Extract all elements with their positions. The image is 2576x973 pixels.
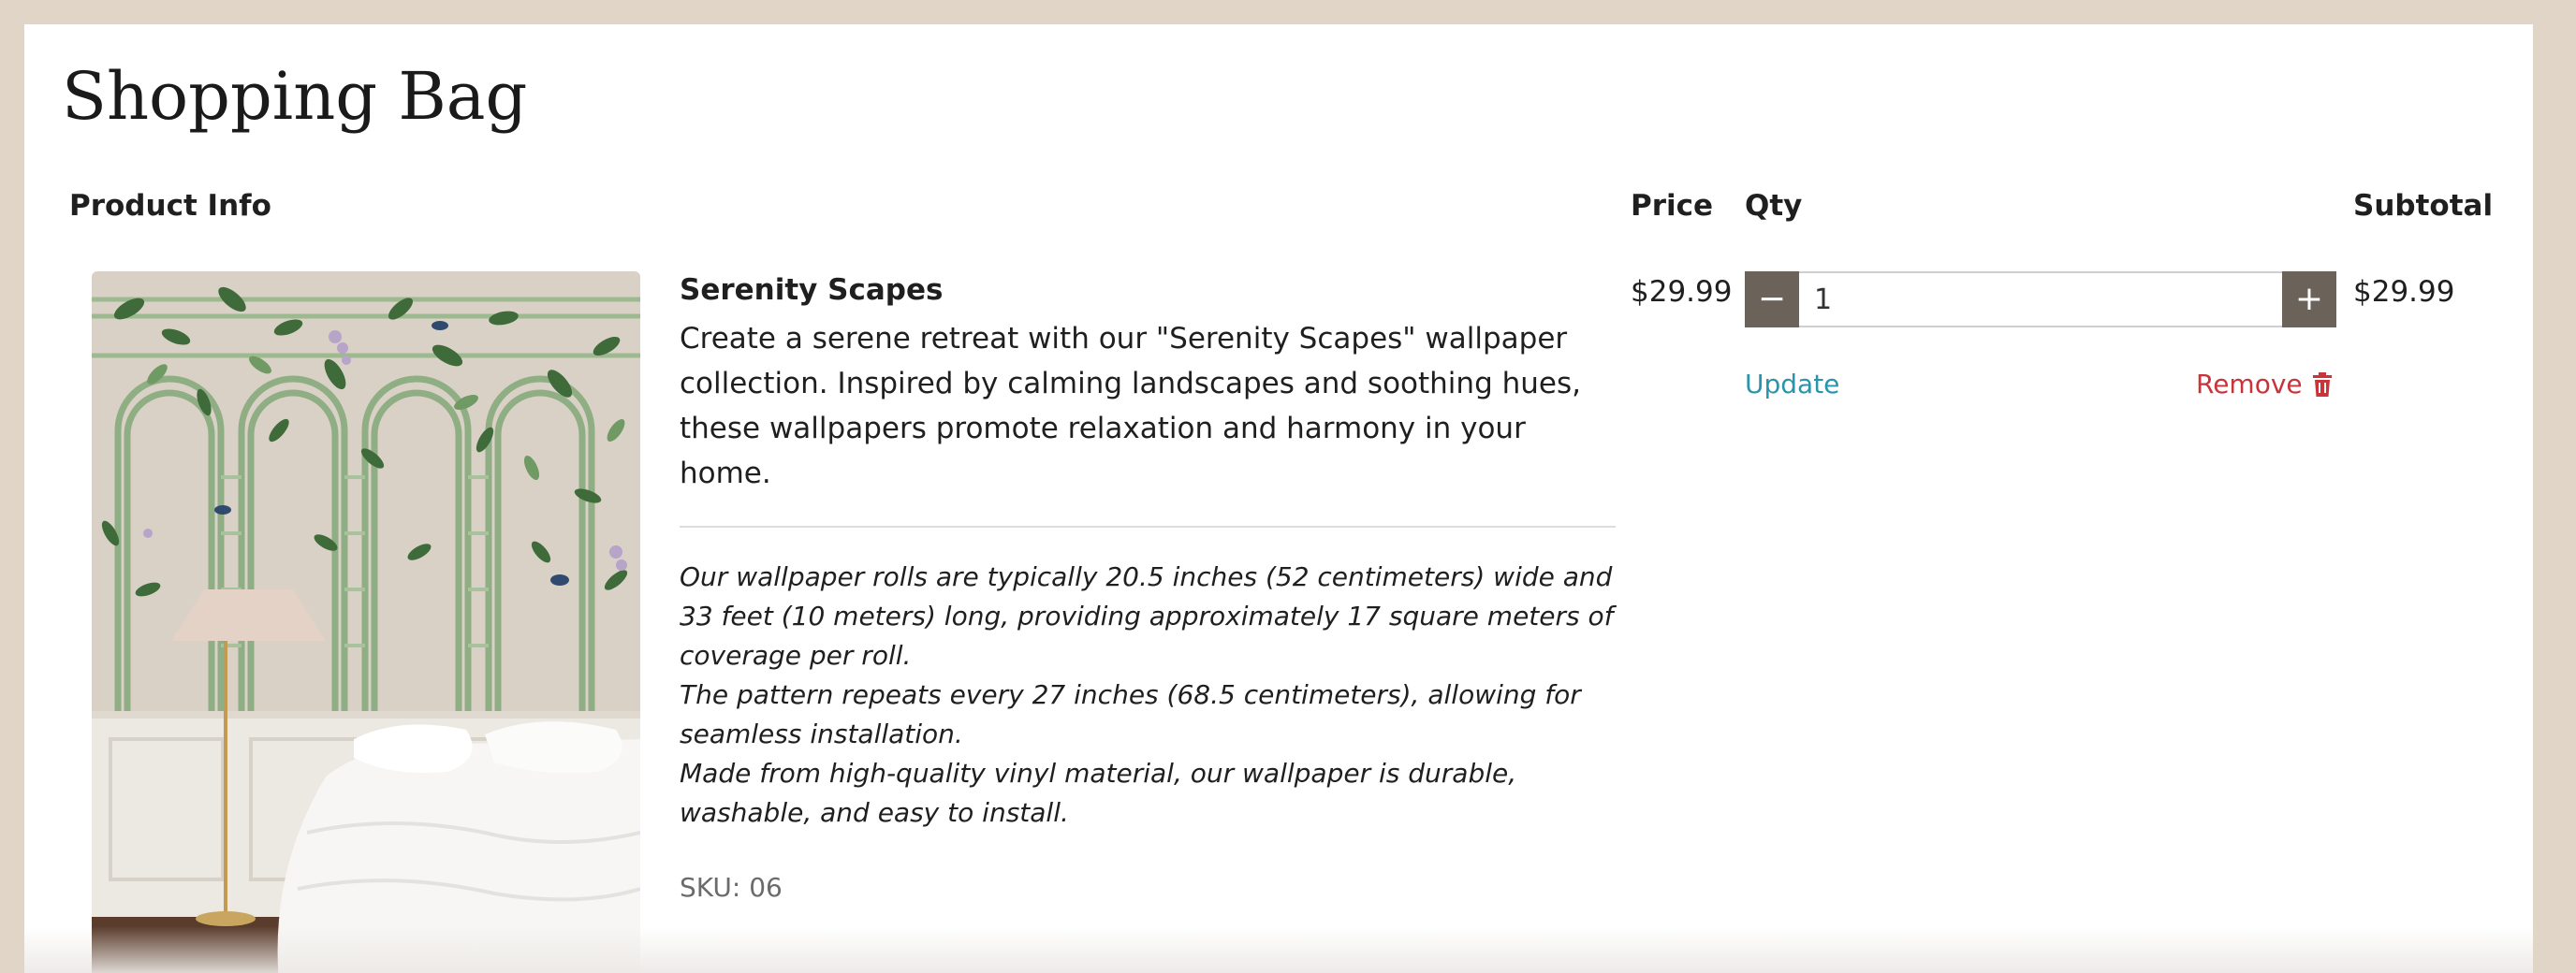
product-image[interactable]: [92, 271, 640, 973]
shopping-bag-panel: Shopping Bag Product Info Price Qty Subt…: [24, 24, 2533, 973]
trash-icon: [2312, 371, 2332, 397]
detail-line: Made from high-quality vinyl material, o…: [680, 758, 1517, 828]
detail-line: The pattern repeats every 27 inches (68.…: [680, 679, 1581, 749]
detail-line: Our wallpaper rolls are typically 20.5 i…: [680, 561, 1614, 671]
product-details: Our wallpaper rolls are typically 20.5 i…: [680, 558, 1625, 833]
page-title: Shopping Bag: [62, 58, 528, 135]
product-description: Create a serene retreat with our "Sereni…: [680, 322, 1581, 490]
item-price: $29.99: [1631, 275, 1733, 309]
header-product-info: Product Info: [69, 189, 271, 223]
product-sku: SKU: 06: [680, 872, 783, 903]
header-price: Price: [1631, 189, 1714, 223]
item-subtotal: $29.99: [2353, 275, 2455, 309]
quantity-stepper: − +: [1745, 271, 2336, 327]
quantity-input[interactable]: [1799, 271, 2282, 327]
remove-label: Remove: [2196, 369, 2303, 399]
product-name[interactable]: Serenity Scapes: [680, 273, 943, 307]
plus-icon[interactable]: +: [2282, 271, 2336, 327]
divider: [680, 526, 1616, 528]
minus-icon[interactable]: −: [1745, 271, 1799, 327]
update-link[interactable]: Update: [1745, 369, 1839, 399]
header-qty: Qty: [1745, 189, 1803, 223]
header-subtotal: Subtotal: [2353, 189, 2494, 223]
remove-link[interactable]: Remove: [2196, 369, 2333, 399]
